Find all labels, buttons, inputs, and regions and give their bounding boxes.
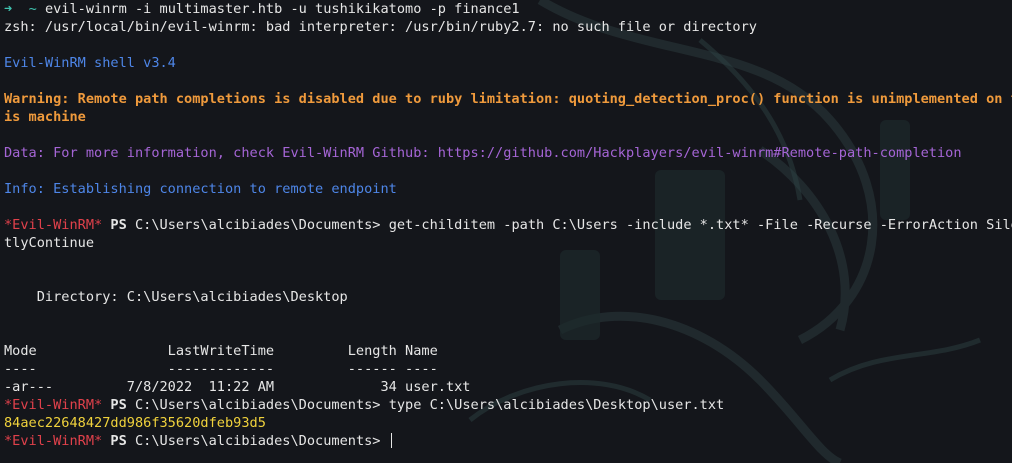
prompt-arrow: ➜ [4,1,13,17]
prompt-tilde: ~ [28,1,37,17]
ps-prompt-line-3[interactable]: *Evil-WinRM* PS C:\Users\alcibiades\Docu… [4,432,1012,450]
prompt-name: *Evil-WinRM* [4,433,103,449]
ps-label: PS [110,433,127,449]
command-continuation: tlyContinue [4,235,95,251]
prompt-name: *Evil-WinRM* [4,217,103,233]
banner-line: Evil-WinRM shell v3.4 [4,55,176,71]
text-cursor[interactable] [390,433,392,448]
ps-label: PS [110,217,127,233]
table-rule: ---- ------------- ------ ---- [4,361,438,377]
directory-line: Directory: C:\Users\alcibiades\Desktop [4,289,348,305]
warning-line-2: is machine [4,109,86,125]
table-row: -ar--- 7/8/2022 11:22 AM 34 user.txt [4,379,471,395]
terminal-output[interactable]: ➜ ~ evil-winrm -i multimaster.htb -u tus… [4,0,1012,450]
warning-line-1: Warning: Remote path completions is disa… [4,91,1012,107]
info-line: Info: Establishing connection to remote … [4,181,397,197]
command-text: evil-winrm -i multimaster.htb -u tushiki… [44,1,520,17]
table-header: Mode LastWriteTime Length Name [4,343,438,359]
command-text: get-childitem -path C:\Users -include *.… [388,217,1012,233]
prompt-name: *Evil-WinRM* [4,397,103,413]
ps-prompt-line-2: *Evil-WinRM* PS C:\Users\alcibiades\Docu… [4,396,1012,414]
prompt-path: C:\Users\alcibiades\Documents> [134,217,381,233]
prompt-path: C:\Users\alcibiades\Documents> [134,433,381,449]
command-text: type C:\Users\alcibiades\Desktop\user.tx… [388,397,725,413]
ps-label: PS [110,397,127,413]
data-line: Data: For more information, check Evil-W… [4,145,962,161]
hash-output: 84aec22648427dd986f35620dfeb93d5 [4,415,266,431]
ps-prompt-line-1: *Evil-WinRM* PS C:\Users\alcibiades\Docu… [4,216,1012,234]
evil-winrm-command-line: ➜ ~ evil-winrm -i multimaster.htb -u tus… [4,0,1012,18]
zsh-error-line: zsh: /usr/local/bin/evil-winrm: bad inte… [4,19,757,35]
prompt-path: C:\Users\alcibiades\Documents> [134,397,381,413]
